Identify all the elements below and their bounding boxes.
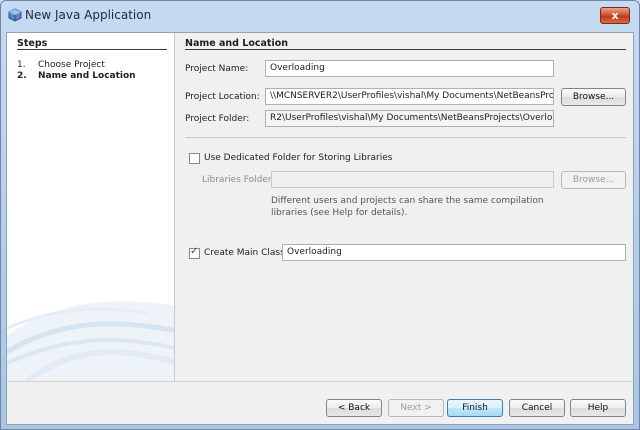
netbeans-cube-icon	[8, 8, 22, 22]
step-label: Choose Project	[38, 60, 105, 70]
step-label: Name and Location	[38, 71, 136, 81]
section-title: Name and Location	[185, 38, 289, 49]
section-divider	[185, 49, 626, 50]
browse-location-button[interactable]: Browse...	[561, 88, 626, 106]
steps-panel: Steps 1. Choose Project 2. Name and Locati…	[7, 33, 175, 381]
steps-title: Steps	[17, 38, 48, 49]
decorative-swoosh-graphic	[7, 301, 174, 381]
libraries-hint-line-1: Different users and projects can share t…	[271, 196, 544, 206]
project-location-field[interactable]: \\MCNSERVER2\UserProfiles\vishal\My Docu…	[265, 88, 554, 105]
dedicated-folder-checkbox[interactable]	[189, 153, 200, 164]
libraries-hint-line-2: libraries (see Help for details).	[271, 208, 408, 218]
back-button[interactable]: < Back	[326, 399, 382, 417]
help-button[interactable]: Help	[570, 399, 626, 417]
project-folder-label: Project Folder:	[185, 114, 250, 124]
close-button[interactable]: x	[600, 7, 630, 24]
separator	[185, 137, 626, 138]
close-icon: x	[611, 9, 619, 22]
project-location-label: Project Location:	[185, 92, 260, 102]
project-name-label: Project Name:	[185, 64, 249, 74]
button-bar: < Back Next > Finish Cancel Help	[7, 381, 633, 424]
step-choose-project: 1. Choose Project	[17, 60, 105, 70]
steps-divider	[17, 49, 167, 50]
step-name-and-location: 2. Name and Location	[17, 71, 136, 81]
step-number: 1.	[17, 60, 26, 70]
main-class-field[interactable]: Overloading	[282, 244, 626, 261]
title-bar[interactable]: New Java Application x	[1, 1, 639, 31]
window-title: New Java Application	[25, 8, 152, 22]
next-button[interactable]: Next >	[388, 399, 444, 417]
finish-button[interactable]: Finish	[447, 399, 503, 417]
cancel-button[interactable]: Cancel	[509, 399, 565, 417]
name-location-panel: Name and Location Project Name: Overload…	[176, 33, 633, 381]
libraries-folder-field[interactable]	[271, 171, 554, 188]
dialog-client: Steps 1. Choose Project 2. Name and Locati…	[6, 32, 634, 425]
project-folder-field[interactable]: R2\UserProfiles\vishal\My Documents\NetB…	[265, 110, 554, 127]
create-main-class-checkbox[interactable]	[189, 246, 200, 259]
step-number: 2.	[17, 71, 27, 81]
project-name-field[interactable]: Overloading	[265, 60, 554, 77]
browse-libraries-button[interactable]: Browse...	[561, 171, 626, 189]
create-main-class-label: Create Main Class	[204, 248, 285, 258]
dedicated-folder-label: Use Dedicated Folder for Storing Librari…	[204, 153, 393, 163]
dialog-window: New Java Application x Steps 1. Choose Pr…	[0, 0, 640, 430]
libraries-folder-label: Libraries Folder:	[202, 175, 275, 185]
